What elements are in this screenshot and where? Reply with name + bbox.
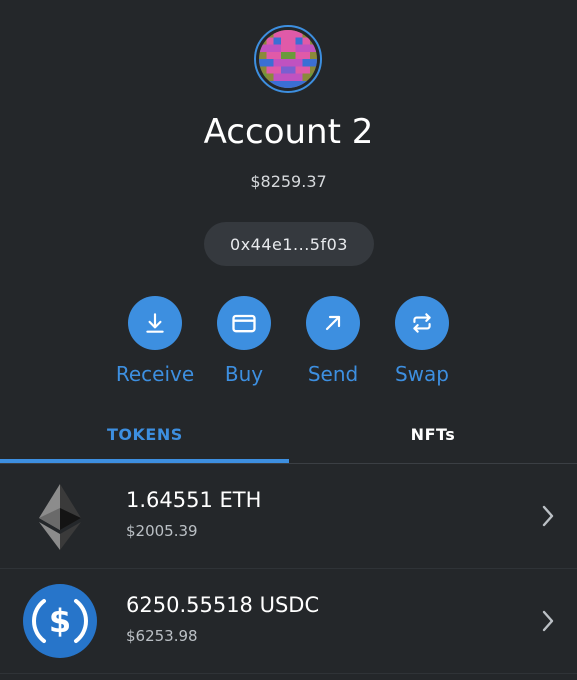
tab-nfts[interactable]: NFTs [289,405,577,463]
send-button-circle[interactable] [306,296,360,350]
address-pill[interactable]: 0x44e1...5f03 [204,222,374,266]
token-fiat-value: $2005.39 [126,522,198,540]
chevron-right-icon [542,505,554,527]
account-balance: $8259.37 [250,172,327,191]
token-amount: 1.64551 ETH [126,488,262,512]
identicon-avatar [259,30,317,88]
tab-tokens[interactable]: TOKENS [0,405,288,463]
account-avatar[interactable] [254,25,322,93]
receive-label[interactable]: Receive [116,362,194,386]
arrow-up-right-icon [325,315,341,331]
swap-label[interactable]: Swap [395,362,449,386]
send-button[interactable]: Send [288,296,378,386]
account-name: Account 2 [203,112,374,152]
swap-button[interactable]: Swap [377,296,467,386]
swap-button-circle[interactable] [395,296,449,350]
buy-label[interactable]: Buy [225,362,263,386]
usdc-icon: $ [22,583,98,659]
svg-text:$: $ [49,602,71,640]
receive-button[interactable]: Receive [110,296,200,386]
account-address: 0x44e1...5f03 [230,234,348,254]
buy-button[interactable]: Buy [199,296,289,386]
token-amount: 6250.55518 USDC [126,593,320,617]
token-row-usdc[interactable]: $ 6250.55518 USDC $6253.98 [0,569,577,674]
receive-button-circle[interactable] [128,296,182,350]
token-fiat-value: $6253.98 [126,627,198,645]
action-bar: Receive Buy Send Swap [0,296,577,391]
send-label[interactable]: Send [308,362,358,386]
asset-tabs: TOKENS NFTs [0,405,577,464]
ethereum-icon [22,478,98,554]
active-tab-indicator [0,459,289,463]
swap-icon [413,313,431,333]
token-row-eth[interactable]: 1.64551 ETH $2005.39 [0,464,577,569]
chevron-right-icon [542,610,554,632]
buy-button-circle[interactable] [217,296,271,350]
download-icon [146,313,164,333]
card-icon [232,314,256,333]
